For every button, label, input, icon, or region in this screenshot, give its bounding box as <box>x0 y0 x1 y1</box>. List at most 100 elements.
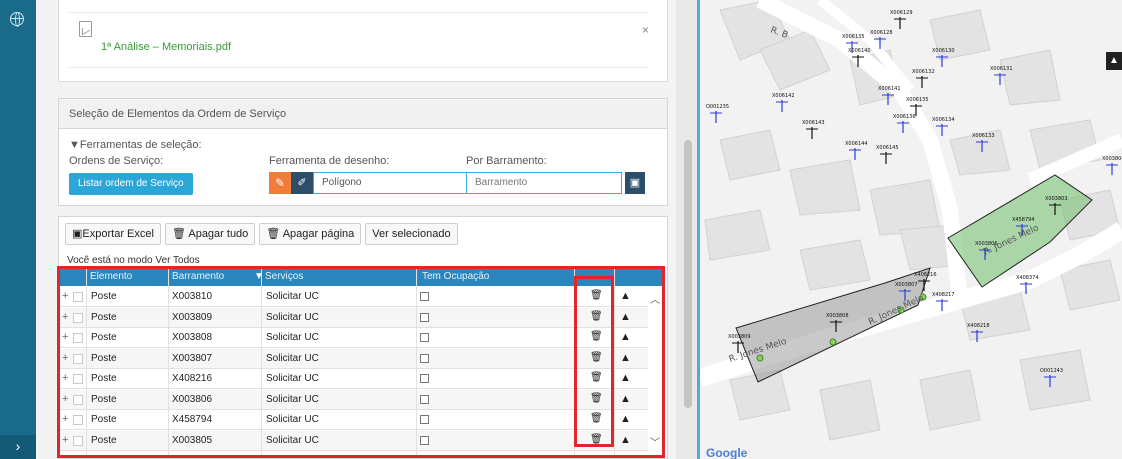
attachment-link[interactable]: 1ª Análise – Memoriais.pdf <box>101 41 231 53</box>
warning-icon[interactable]: ▲ <box>620 352 631 364</box>
delete-all-button[interactable]: 🗑 Apagar tudo <box>164 223 256 245</box>
pole-marker[interactable] <box>806 127 818 139</box>
draw-tool-label: Ferramenta de desenho: <box>269 155 390 167</box>
globe-icon[interactable] <box>10 12 24 27</box>
pole-label: X006135 <box>906 97 929 103</box>
warning-icon[interactable]: ▲ <box>620 331 631 343</box>
scroll-up-icon[interactable]: ︿ <box>650 291 660 306</box>
cell-servico: Solicitar UC <box>266 291 319 302</box>
table-row[interactable]: + Poste X003809 Solicitar UC 🗑 ▲ <box>60 307 648 328</box>
export-excel-button[interactable]: ▣Exportar Excel <box>65 223 161 245</box>
expand-row-icon[interactable]: + <box>62 331 68 343</box>
eraser-icon[interactable]: ✐ <box>291 172 313 194</box>
camera-icon[interactable]: ▲ <box>1106 52 1122 70</box>
pole-marker[interactable] <box>710 111 722 123</box>
pole-label: X006141 <box>878 86 901 92</box>
row-checkbox[interactable] <box>73 394 83 405</box>
pole-label: X006144 <box>845 141 868 147</box>
cell-barramento: X003808 <box>172 332 213 343</box>
map-view[interactable]: X006129 X006135 X006128 X006140 X006130 X0061… <box>700 0 1122 459</box>
pole-marker[interactable] <box>916 76 928 88</box>
row-checkbox[interactable] <box>73 435 83 446</box>
bus-input[interactable]: Barramento <box>466 172 622 194</box>
warning-icon[interactable]: ▲ <box>620 290 631 302</box>
expand-row-icon[interactable]: + <box>62 290 68 302</box>
row-checkbox[interactable] <box>73 292 83 302</box>
expand-row-icon[interactable]: + <box>62 311 68 323</box>
row-checkbox[interactable] <box>73 312 83 323</box>
occupation-checkbox[interactable] <box>420 292 429 301</box>
expand-row-icon[interactable]: + <box>62 434 68 446</box>
table-row[interactable]: + Poste X003808 Solicitar UC 🗑 ▲ <box>60 328 648 348</box>
warning-icon[interactable]: ▲ <box>620 372 631 384</box>
save-icon[interactable]: ▣ <box>625 172 645 194</box>
pole-label: X006131 <box>990 66 1013 72</box>
cell-servico: Solicitar UC <box>266 352 319 364</box>
pole-marker[interactable] <box>936 124 948 136</box>
row-checkbox[interactable] <box>73 333 83 343</box>
close-icon[interactable]: × <box>642 23 649 37</box>
expand-rail-button[interactable]: › <box>0 435 36 459</box>
pencil-icon[interactable]: ✎ <box>269 172 291 194</box>
table-row[interactable]: + Poste X458794 Solicitar UC 🗑 ▲ <box>60 410 648 430</box>
pole-marker[interactable] <box>1106 163 1118 175</box>
list-orders-button[interactable]: Listar ordem de Serviço <box>69 173 193 195</box>
cell-barramento: X458794 <box>172 414 213 425</box>
expand-row-icon[interactable]: + <box>62 413 68 425</box>
occupation-checkbox[interactable] <box>420 333 429 342</box>
occupation-checkbox[interactable] <box>420 435 429 445</box>
expand-row-icon[interactable]: + <box>62 352 68 364</box>
pole-label: X003804 <box>1102 156 1122 162</box>
pole-marker[interactable] <box>849 148 861 160</box>
pole-label: X006142 <box>772 93 795 99</box>
col-tem-ocupacao[interactable]: Tem Ocupação <box>422 271 489 282</box>
cell-servico: Solicitar UC <box>266 332 319 343</box>
pole-label: X006132 <box>912 69 935 75</box>
row-checkbox[interactable] <box>73 374 83 384</box>
pole-label: X006130 <box>932 48 955 54</box>
cell-barramento: X003809 <box>172 311 213 323</box>
row-checkbox[interactable] <box>73 353 83 364</box>
pole-marker[interactable] <box>880 152 892 164</box>
delete-all-label: Apagar tudo <box>188 228 249 240</box>
cell-elemento: Poste <box>91 352 117 364</box>
pole-marker[interactable] <box>936 55 948 67</box>
table-row[interactable]: + Poste X003805 Solicitar UC 🗑 ▲ <box>60 430 648 451</box>
col-servicos[interactable]: Serviços <box>265 271 303 282</box>
scrollbar-thumb[interactable] <box>684 140 692 408</box>
expand-row-icon[interactable]: + <box>62 372 68 384</box>
warning-icon[interactable]: ▲ <box>620 434 631 446</box>
filter-icon[interactable]: ▼ <box>254 271 264 282</box>
row-checkbox[interactable] <box>73 415 83 425</box>
scroll-down-icon[interactable]: ﹀ <box>650 434 660 449</box>
occupation-checkbox[interactable] <box>420 394 429 404</box>
warning-icon[interactable]: ▲ <box>620 413 631 425</box>
cell-barramento: X003805 <box>172 434 213 446</box>
table-row[interactable]: + Poste X408216 Solicitar UC 🗑 ▲ <box>60 369 648 389</box>
pole-marker[interactable] <box>776 100 788 112</box>
view-selected-button[interactable]: Ver selecionado <box>365 223 458 245</box>
pole-label: X003803 <box>1045 196 1068 202</box>
table-row[interactable]: + Poste X003807 Solicitar UC 🗑 ▲ <box>60 348 648 369</box>
map-canvas[interactable]: X006129 X006135 X006128 X006140 X006130 X0061… <box>700 0 1122 459</box>
panel-splitter[interactable] <box>676 0 700 459</box>
occupation-checkbox[interactable] <box>420 374 429 383</box>
warning-icon[interactable]: ▲ <box>620 311 631 323</box>
cell-elemento: Poste <box>91 311 117 323</box>
polygon-field[interactable]: Polígono <box>313 172 473 194</box>
table-row[interactable]: + Poste X003806 Solicitar UC 🗑 ▲ <box>60 389 648 410</box>
cell-elemento: Poste <box>91 332 117 343</box>
occupation-checkbox[interactable] <box>420 353 429 363</box>
expand-row-icon[interactable]: + <box>62 393 68 405</box>
occupation-checkbox[interactable] <box>420 415 429 424</box>
col-elemento[interactable]: Elemento <box>90 271 132 282</box>
col-barramento[interactable]: Barramento <box>172 271 224 282</box>
warning-icon[interactable]: ▲ <box>620 393 631 405</box>
pole-marker[interactable] <box>894 17 906 29</box>
delete-column-highlight <box>574 276 614 447</box>
table-row[interactable]: + Poste X003810 Solicitar UC 🗑 ▲ <box>60 287 648 307</box>
pole-label: X003809 <box>728 334 751 340</box>
pole-marker[interactable] <box>897 121 909 133</box>
occupation-checkbox[interactable] <box>420 312 429 322</box>
delete-page-button[interactable]: 🗑 Apagar página <box>259 223 362 245</box>
